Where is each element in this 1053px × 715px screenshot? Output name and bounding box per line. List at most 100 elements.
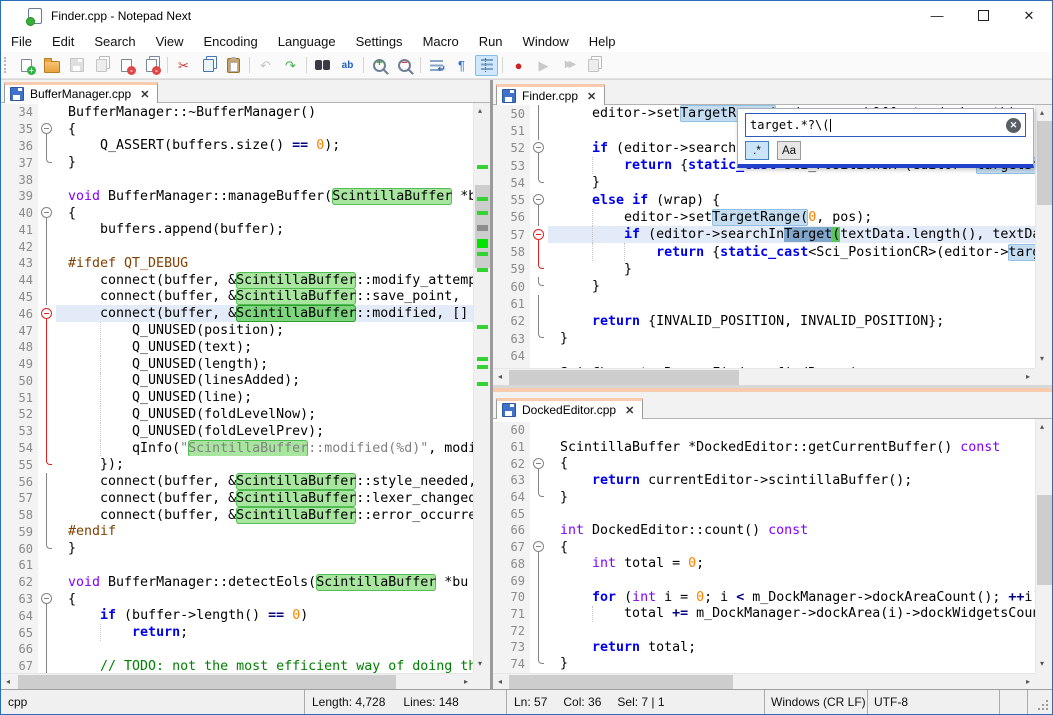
scroll-right-icon[interactable]: ▸ bbox=[1026, 678, 1030, 686]
line-number[interactable]: 55 bbox=[493, 191, 530, 208]
fold-open-icon[interactable] bbox=[533, 229, 544, 240]
line-number[interactable]: 71 bbox=[493, 606, 530, 623]
scroll-up-icon[interactable]: ▴ bbox=[1040, 109, 1044, 117]
line-number[interactable]: 44 bbox=[1, 272, 38, 289]
menu-item-view[interactable]: View bbox=[146, 32, 194, 51]
line-number[interactable]: 48 bbox=[1, 339, 38, 356]
fold-margin[interactable] bbox=[530, 455, 548, 472]
line-number[interactable]: 72 bbox=[493, 622, 530, 639]
clear-search-icon[interactable]: ✕ bbox=[1006, 118, 1021, 133]
record-macro-button[interactable]: ● bbox=[507, 55, 530, 76]
line-number[interactable]: 51 bbox=[1, 389, 38, 406]
line-number[interactable]: 62 bbox=[1, 574, 38, 591]
line-number[interactable]: 67 bbox=[493, 539, 530, 556]
regex-toggle-button[interactable]: .* bbox=[745, 141, 769, 160]
scrollbar-thumb[interactable] bbox=[509, 370, 739, 385]
line-number[interactable]: 49 bbox=[1, 356, 38, 373]
paste-button[interactable] bbox=[222, 55, 245, 76]
line-number[interactable]: 63 bbox=[1, 591, 38, 608]
run-macro-multiple-button[interactable]: ▶▶ bbox=[557, 55, 580, 76]
line-number[interactable]: 40 bbox=[1, 205, 38, 222]
fold-open-icon[interactable] bbox=[41, 207, 52, 218]
line-number[interactable]: 64 bbox=[493, 347, 530, 364]
line-number[interactable]: 62 bbox=[493, 313, 530, 330]
fold-open-icon[interactable] bbox=[533, 541, 544, 552]
line-number[interactable]: 60 bbox=[493, 278, 530, 295]
line-number[interactable]: 57 bbox=[1, 490, 38, 507]
vertical-scrollbar[interactable]: ▴ ▾ bbox=[1035, 418, 1052, 673]
menu-item-file[interactable]: File bbox=[1, 32, 42, 51]
line-number[interactable]: 50 bbox=[1, 373, 38, 390]
redo-button[interactable]: ↷ bbox=[279, 55, 302, 76]
open-file-button[interactable] bbox=[40, 55, 63, 76]
status-eol[interactable]: Windows (CR LF) bbox=[764, 690, 867, 714]
fold-margin[interactable] bbox=[38, 121, 56, 138]
fold-margin[interactable] bbox=[530, 226, 548, 243]
close-all-button[interactable] bbox=[140, 55, 163, 76]
line-number[interactable]: 56 bbox=[493, 209, 530, 226]
menu-item-run[interactable]: Run bbox=[469, 32, 513, 51]
line-number[interactable]: 42 bbox=[1, 238, 38, 255]
line-number[interactable]: 46 bbox=[1, 305, 38, 322]
line-number[interactable]: 54 bbox=[1, 440, 38, 457]
line-number[interactable]: 63 bbox=[493, 330, 530, 347]
line-number[interactable]: 64 bbox=[493, 489, 530, 506]
menu-item-edit[interactable]: Edit bbox=[42, 32, 84, 51]
line-number[interactable]: 59 bbox=[1, 524, 38, 541]
fold-margin[interactable] bbox=[38, 305, 56, 322]
fold-margin[interactable] bbox=[530, 140, 548, 157]
indentation-guides-button[interactable] bbox=[475, 55, 498, 76]
horizontal-scrollbar[interactable]: ◂ ▸ bbox=[493, 368, 1035, 385]
line-number[interactable]: 39 bbox=[1, 188, 38, 205]
cut-button[interactable]: ✂ bbox=[172, 55, 195, 76]
save-copy-button[interactable] bbox=[90, 55, 113, 76]
save-macro-button[interactable] bbox=[582, 55, 605, 76]
line-number[interactable]: 60 bbox=[493, 422, 530, 439]
line-number[interactable]: 65 bbox=[1, 624, 38, 641]
line-number[interactable]: 60 bbox=[1, 540, 38, 557]
tab-finder[interactable]: Finder.cpp ✕ bbox=[496, 84, 605, 105]
line-number[interactable]: 68 bbox=[493, 556, 530, 573]
scroll-left-icon[interactable]: ◂ bbox=[498, 373, 502, 381]
horizontal-scrollbar[interactable]: ◂ ▸ bbox=[1, 673, 473, 690]
show-all-characters-button[interactable]: ¶ bbox=[450, 55, 473, 76]
close-button[interactable] bbox=[115, 55, 138, 76]
line-number[interactable]: 58 bbox=[493, 243, 530, 260]
line-number[interactable]: 65 bbox=[493, 505, 530, 522]
close-tab-icon[interactable]: ✕ bbox=[138, 88, 151, 101]
line-number[interactable]: 43 bbox=[1, 255, 38, 272]
scroll-up-icon[interactable]: ▴ bbox=[1040, 423, 1044, 431]
close-tab-icon[interactable]: ✕ bbox=[585, 90, 598, 103]
line-number[interactable]: 41 bbox=[1, 221, 38, 238]
menu-item-macro[interactable]: Macro bbox=[413, 32, 469, 51]
line-number[interactable]: 61 bbox=[1, 557, 38, 574]
line-number[interactable]: 51 bbox=[493, 122, 530, 139]
scroll-down-icon[interactable]: ▾ bbox=[478, 660, 482, 668]
close-tab-icon[interactable]: ✕ bbox=[623, 404, 636, 417]
line-number[interactable]: 69 bbox=[493, 572, 530, 589]
menu-item-language[interactable]: Language bbox=[268, 32, 346, 51]
scrollbar-thumb[interactable] bbox=[1037, 495, 1052, 585]
new-file-button[interactable] bbox=[15, 55, 38, 76]
zoom-out-button[interactable]: − bbox=[393, 55, 416, 76]
line-number[interactable]: 35 bbox=[1, 121, 38, 138]
line-number[interactable]: 61 bbox=[493, 439, 530, 456]
line-number[interactable]: 50 bbox=[493, 105, 530, 122]
fold-open-icon[interactable] bbox=[533, 142, 544, 153]
match-case-toggle-button[interactable]: Aa bbox=[777, 141, 801, 160]
scroll-down-icon[interactable]: ▾ bbox=[1040, 660, 1044, 668]
scroll-up-icon[interactable]: ▴ bbox=[478, 107, 482, 115]
scrollbar-thumb[interactable] bbox=[18, 675, 396, 690]
line-number[interactable]: 66 bbox=[493, 522, 530, 539]
fold-margin[interactable] bbox=[530, 191, 548, 208]
scrollbar-thumb[interactable] bbox=[1037, 121, 1052, 205]
line-number[interactable]: 58 bbox=[1, 507, 38, 524]
line-number[interactable]: 57 bbox=[493, 226, 530, 243]
line-number[interactable]: 53 bbox=[1, 423, 38, 440]
word-wrap-button[interactable] bbox=[425, 55, 448, 76]
fold-margin[interactable] bbox=[38, 205, 56, 222]
line-number[interactable]: 52 bbox=[493, 140, 530, 157]
line-number[interactable]: 54 bbox=[493, 174, 530, 191]
line-number[interactable]: 73 bbox=[493, 639, 530, 656]
line-number[interactable]: 53 bbox=[493, 157, 530, 174]
